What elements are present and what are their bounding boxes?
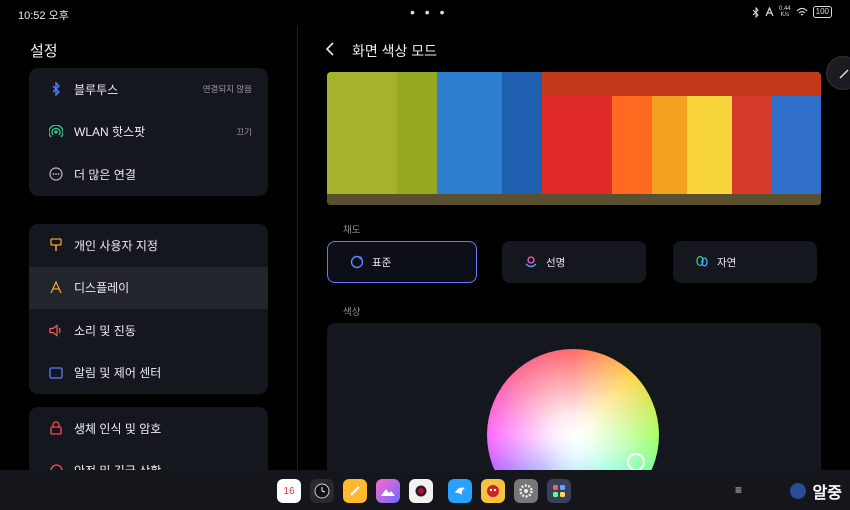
- sidebar-item-label: 블루투스: [74, 82, 119, 97]
- back-arrow-icon[interactable]: [324, 41, 336, 57]
- sidebar-item-label: 개인 사용자 지정: [74, 238, 158, 253]
- connections-group: 블루투스 연결되지 않음 WLAN 핫스팟 끄기 더 많은 연결: [29, 68, 268, 196]
- color-mode-panel: 화면 색상 모드 채도 표준 선명 자연 색상: [298, 26, 850, 483]
- mode-label: 선명: [546, 256, 566, 269]
- vivid-mode-icon: [525, 256, 537, 268]
- watermark-mascot-icon: [789, 483, 806, 499]
- mode-vivid-button[interactable]: 선명: [502, 241, 646, 283]
- sidebar-item-label: 생체 인식 및 암호: [74, 421, 162, 436]
- sidebar-item-personalize[interactable]: 개인 사용자 지정: [29, 224, 268, 267]
- personalization-group: 개인 사용자 지정 디스플레이 소리 및 진동 알림 및 제어 센터: [29, 224, 268, 394]
- bluetooth-icon: [752, 6, 759, 18]
- hotspot-icon: [49, 124, 63, 139]
- sidebar-item-biometrics[interactable]: 생체 인식 및 암호: [29, 407, 268, 450]
- clock-app-icon[interactable]: [310, 479, 334, 503]
- notes-app-icon[interactable]: [343, 479, 367, 503]
- network-speed: 0.44 K/s: [778, 6, 791, 18]
- sidebar-item-display[interactable]: 디스플레이: [29, 266, 268, 309]
- mode-label: 자연: [717, 256, 737, 269]
- mode-label: 표준: [372, 256, 392, 269]
- sidebar-title: 설정: [30, 43, 58, 60]
- character-icon: [487, 485, 499, 497]
- status-bar: 10:52 오후 • • • 0.44 K/s 100: [0, 0, 850, 26]
- game-app-icon[interactable]: [481, 479, 505, 503]
- dolphin-icon: [455, 487, 465, 495]
- settings-app-icon[interactable]: [514, 479, 538, 503]
- airplane-icon: [765, 7, 774, 17]
- page-title: 화면 색상 모드: [352, 43, 438, 59]
- calendar-day: 16: [283, 485, 295, 497]
- sidebar-item-value: 연결되지 않음: [202, 84, 252, 95]
- saturation-label: 채도: [343, 225, 361, 236]
- settings-sidebar: 설정 블루투스 연결되지 않음 WLAN 핫스팟 끄기 더 많은 연결 개인 사…: [0, 26, 296, 492]
- sidebar-item-value: 끄기: [236, 126, 252, 137]
- mountain-icon: [381, 489, 395, 496]
- multitask-dots[interactable]: • • •: [410, 4, 447, 20]
- camera-app-icon[interactable]: [409, 479, 433, 503]
- app-folder-icon[interactable]: [547, 479, 571, 503]
- gallery-app-icon[interactable]: [376, 479, 400, 503]
- sidebar-item-label: 알림 및 제어 센터: [74, 366, 162, 381]
- standard-mode-icon: [350, 255, 364, 269]
- natural-mode-icon: [696, 255, 708, 267]
- color-wheel-handle[interactable]: [627, 453, 645, 471]
- watermark-logo: 알중: [770, 472, 850, 510]
- sidebar-item-sound[interactable]: 소리 및 진동: [29, 309, 268, 352]
- taskbar-dock: 16 ≡: [0, 470, 850, 510]
- color-preview-image: [327, 72, 821, 205]
- wifi-icon: [796, 7, 808, 16]
- dock-menu-icon[interactable]: ≡: [735, 483, 742, 497]
- battery-icon: 100: [812, 6, 832, 18]
- floating-edit-button[interactable]: [826, 56, 850, 90]
- sidebar-item-label: 소리 및 진동: [74, 323, 136, 338]
- bluetooth-icon: [49, 82, 63, 97]
- status-time: 10:52 오후: [18, 10, 69, 22]
- gear-icon: [519, 484, 533, 498]
- lens-icon: [415, 485, 427, 497]
- sidebar-item-bluetooth[interactable]: 블루투스 연결되지 않음: [29, 68, 268, 111]
- sidebar-item-label: 디스플레이: [74, 281, 130, 296]
- status-icons: 0.44 K/s 100: [752, 6, 832, 18]
- color-temperature-card: [327, 323, 821, 483]
- clock-face-icon: [314, 483, 330, 499]
- display-icon: [49, 281, 63, 295]
- personalize-icon: [49, 238, 63, 252]
- more-connections-icon: [49, 167, 63, 181]
- pencil-icon: [839, 69, 849, 79]
- sidebar-item-more-connections[interactable]: 더 많은 연결: [29, 153, 268, 196]
- sound-icon: [49, 323, 63, 337]
- watermark-text: 알중: [812, 485, 842, 502]
- mode-standard-button[interactable]: 표준: [327, 241, 477, 283]
- sidebar-item-hotspot[interactable]: WLAN 핫스팟 끄기: [29, 111, 268, 154]
- pencil-icon: [350, 486, 360, 496]
- browser-app-icon[interactable]: [448, 479, 472, 503]
- sidebar-item-label: 더 많은 연결: [74, 167, 136, 182]
- sidebar-item-label: WLAN 핫스팟: [74, 125, 146, 140]
- grid-icon: [553, 485, 565, 497]
- notification-icon: [49, 366, 63, 380]
- mode-natural-button[interactable]: 자연: [673, 241, 817, 283]
- sidebar-item-notifications[interactable]: 알림 및 제어 센터: [29, 352, 268, 395]
- lock-icon: [49, 421, 63, 435]
- calendar-app-icon[interactable]: 16: [277, 479, 301, 503]
- color-label: 색상: [343, 307, 361, 318]
